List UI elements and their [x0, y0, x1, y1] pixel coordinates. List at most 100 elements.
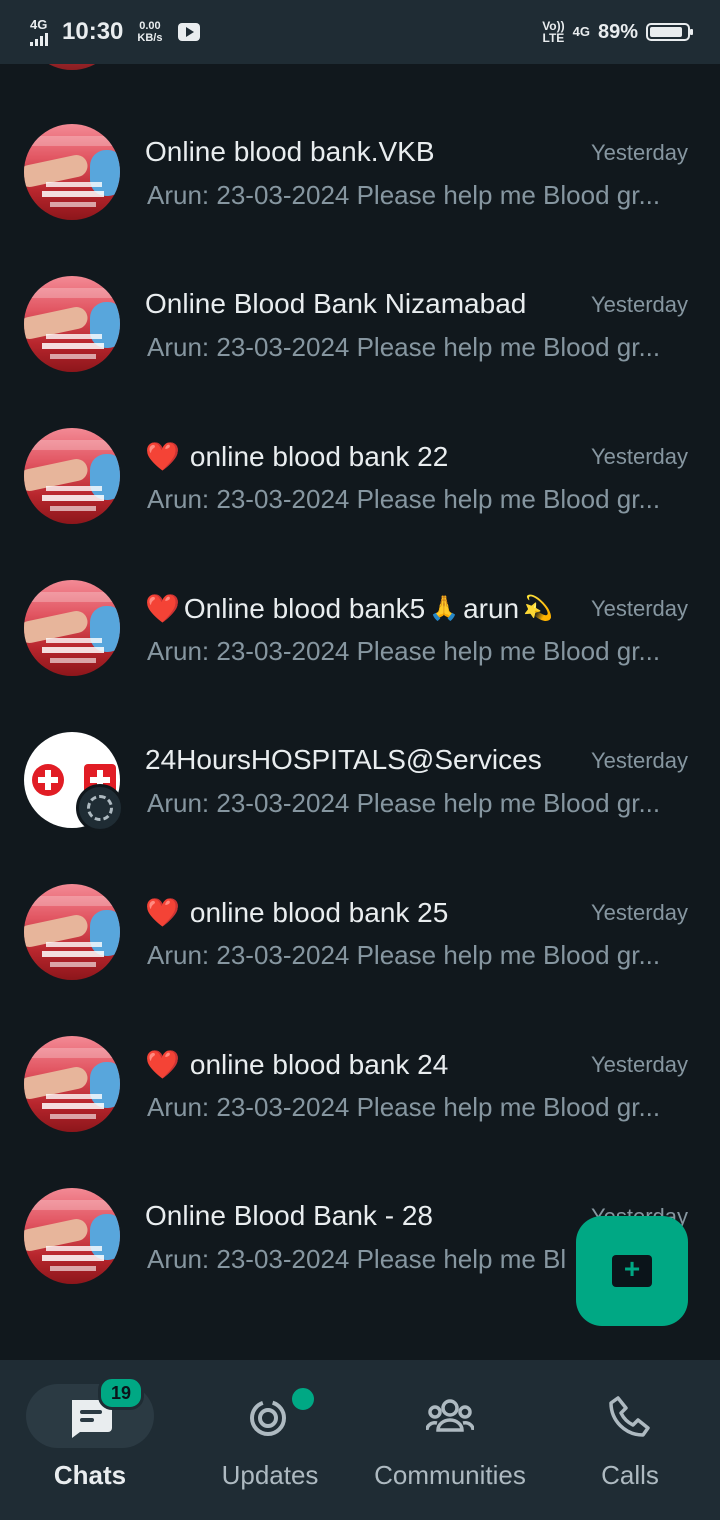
preview-sender: Arun: [147, 636, 217, 666]
phone-icon [609, 1396, 650, 1437]
chat-title: Online Blood Bank Nizamabad [145, 288, 526, 320]
tab-calls[interactable]: Calls [540, 1360, 720, 1520]
heart-emoji: ❤️ [145, 441, 180, 472]
clock: 10:30 [62, 18, 124, 45]
tab-calls-label: Calls [601, 1460, 659, 1490]
chat-title: ❤️ online blood bank 24 [145, 1048, 448, 1081]
chat-title: ❤️ Online blood bank5 🙏 arun 💫 [145, 592, 553, 625]
chat-title-text: Online Blood Bank Nizamabad [145, 288, 527, 319]
pray-emoji: 🙏 [429, 595, 460, 622]
avatar-blood-bank[interactable] [24, 1188, 120, 1284]
chat-preview: Arun: 23-03-2024 Please help me Blood gr… [147, 180, 672, 211]
unread-badge: 19 [98, 1376, 144, 1410]
signal-indicator: 4G [30, 16, 48, 46]
heart-emoji: ❤️ [145, 593, 180, 624]
network-type-right: 4G [572, 24, 590, 39]
new-chat-button[interactable] [576, 1216, 688, 1326]
tab-communities[interactable]: Communities [360, 1360, 540, 1520]
chat-title-text: online blood bank 22 [189, 440, 449, 472]
chat-title: ❤️ online blood bank 25 [145, 896, 448, 929]
updates-dot [290, 1386, 316, 1412]
chat-time: Yesterday [590, 900, 688, 925]
heart-emoji: ❤️ [145, 897, 180, 928]
chat-preview: Arun: 23-03-2024 Please help me Blood gr… [147, 940, 672, 971]
chat-row[interactable]: ❤️ online blood bank 24 Yesterday Arun: 23-… [0, 976, 720, 1132]
battery-icon [646, 23, 693, 41]
avatar-blood-bank[interactable] [24, 124, 120, 220]
signal-bars-icon [30, 32, 48, 46]
chat-title: Online Blood Bank - 28 [145, 1200, 433, 1232]
bottom-navigation: 19 Chats Updates Communities Calls [0, 1360, 720, 1520]
avatar-blood-bank[interactable] [24, 428, 120, 524]
tab-updates[interactable]: Updates [180, 1360, 360, 1520]
chat-title-text: Online blood bank.VKB [145, 136, 435, 167]
chat-time: Yesterday [590, 748, 688, 773]
chat-row[interactable]: Online Blood Bank Nizamabad Yesterday Arun… [0, 216, 720, 372]
chat-row[interactable]: ❤️ online blood bank 25 Yesterday Arun: 23-… [0, 824, 720, 980]
chat-preview: Arun: 23-03-2024 Please help me Blood gr… [147, 484, 672, 515]
chat-row[interactable]: ❤️ online blood bank 22 Yesterday Arun: 23-… [0, 368, 720, 524]
avatar-hospital[interactable] [24, 732, 124, 832]
chat-time: Yesterday [590, 596, 688, 621]
network-type: 4G [30, 16, 48, 32]
chat-title-text: online blood bank 25 [189, 896, 449, 928]
network-speed: 0.00 KB/s [137, 20, 162, 44]
preview-sender: Arun: [147, 484, 217, 514]
chat-preview: Arun: 23-03-2024 Please help me Blood gr… [147, 1092, 672, 1123]
chat-row[interactable]: ❤️ Online blood bank5 🙏 arun 💫 Yesterday Arun:… [0, 520, 720, 676]
preview-sender: Arun: [147, 1244, 217, 1274]
youtube-notification-icon [178, 23, 201, 41]
chat-time: Yesterday [590, 1052, 688, 1077]
chat-title-text: online blood bank 24 [189, 1048, 449, 1080]
chat-time: Yesterday [590, 444, 688, 469]
chat-row[interactable]: Online blood bank.VKB Yesterday Arun: 23-0… [0, 64, 720, 220]
chat-title-text: 24HoursHOSPITALS@Services [145, 744, 542, 775]
preview-sender: Arun: [147, 1092, 217, 1122]
avatar-blood-bank[interactable] [24, 1036, 120, 1132]
preview-message: 23-03-2024 Please help me Blood gr... [216, 180, 661, 210]
preview-sender: Arun: [147, 180, 217, 210]
preview-message: 23-03-2024 Please help me Blood gr... [216, 332, 661, 362]
new-chat-icon [612, 1253, 652, 1287]
preview-message: 23-03-2024 Please help me Blood gr... [216, 788, 661, 818]
avatar-blood-bank[interactable] [24, 884, 120, 980]
chat-time: Yesterday [590, 292, 688, 317]
preview-sender: Arun: [147, 332, 217, 362]
tab-communities-label: Communities [374, 1460, 526, 1490]
preview-message: 23-03-2024 Please help me Bl [216, 1244, 567, 1274]
volte-bottom: LTE [542, 31, 565, 45]
preview-message: 23-03-2024 Please help me Blood gr... [216, 636, 661, 666]
sparkle-emoji: 💫 [523, 595, 553, 622]
chat-title-text: Online blood bank5 [183, 592, 426, 624]
tab-chats[interactable]: 19 Chats [0, 1360, 180, 1520]
chat-time: Yesterday [590, 140, 688, 165]
speed-value: 0.00 [139, 20, 161, 32]
chat-title-suffix: arun [463, 592, 520, 624]
chat-preview: Arun: 23-03-2024 Please help me Blood gr… [147, 332, 672, 363]
status-icon [250, 1400, 286, 1436]
tab-updates-label: Updates [221, 1460, 319, 1490]
communities-icon [426, 1399, 474, 1432]
preview-message: 23-03-2024 Please help me Blood gr... [216, 484, 661, 514]
preview-sender: Arun: [147, 940, 217, 970]
avatar-blood-bank[interactable] [24, 580, 120, 676]
chat-title: Online blood bank.VKB [145, 136, 435, 168]
chat-title-text: Online Blood Bank - 28 [145, 1200, 433, 1231]
chat-list[interactable]: Online blood bank.VKB Yesterday Arun: 23-0… [0, 64, 720, 1360]
speed-unit: KB/s [137, 32, 163, 44]
chat-title: 24HoursHOSPITALS@Services [145, 744, 542, 776]
tab-chats-label: Chats [53, 1460, 127, 1490]
status-bar: 4G 10:30 0.00 KB/s Vo)) LTE 4G 89% [0, 0, 720, 64]
chat-preview: Arun: 23-03-2024 Please help me Blood gr… [147, 636, 672, 667]
preview-message: 23-03-2024 Please help me Blood gr... [216, 940, 661, 970]
chat-row[interactable]: 24HoursHOSPITALS@Services Yesterday Arun: … [0, 672, 720, 832]
screen: 4G 10:30 0.00 KB/s Vo)) LTE 4G 89% Onlin… [0, 0, 720, 1520]
volte-indicator: Vo)) LTE [542, 20, 564, 44]
avatar-blood-bank[interactable] [24, 276, 120, 372]
preview-message: 23-03-2024 Please help me Blood gr... [216, 1092, 661, 1122]
chat-title: ❤️ online blood bank 22 [145, 440, 448, 473]
preview-sender: Arun: [147, 788, 217, 818]
medical-cross-icon [32, 764, 64, 796]
heart-emoji: ❤️ [145, 1049, 180, 1080]
battery-fill [650, 27, 682, 37]
